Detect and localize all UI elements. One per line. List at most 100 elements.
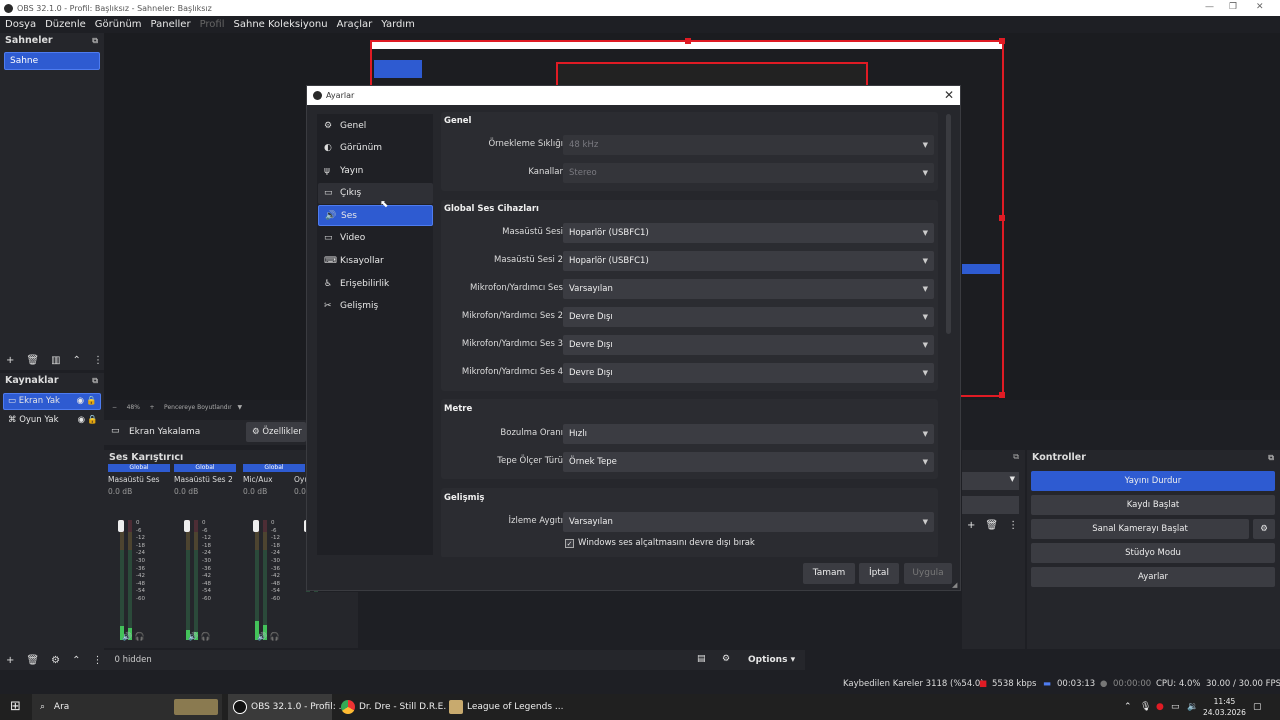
decay-rate-select[interactable]: Hızlı ▼ — [563, 424, 934, 444]
properties-button[interactable]: ⚙ Özellikler — [246, 422, 306, 442]
undock-icon[interactable]: ⧉ — [1268, 450, 1274, 466]
menu-docks[interactable]: Paneller — [151, 16, 191, 33]
eye-icon[interactable]: ◉ — [77, 394, 84, 409]
volume-icon[interactable]: 🔉 — [1187, 694, 1198, 720]
resize-handle[interactable] — [999, 38, 1005, 44]
sample-rate-select[interactable]: 48 kHz ▼ — [563, 135, 934, 155]
chevron-up-icon[interactable]: ⌃ — [73, 355, 81, 366]
scene-item[interactable]: Sahne — [4, 52, 100, 70]
menu-tools[interactable]: Araçlar — [337, 16, 373, 33]
gear-icon[interactable]: ⚙ — [51, 655, 60, 666]
source-item[interactable]: ⌘ Oyun Yak ◉ 🔒 — [3, 413, 101, 430]
zoom-out-icon[interactable]: − — [112, 404, 117, 411]
more-icon[interactable]: ⋮ — [93, 355, 103, 366]
undock-icon[interactable]: ⧉ — [92, 33, 98, 49]
volume-slider[interactable] — [253, 520, 259, 532]
taskbar-search[interactable]: ⌕ Ara — [32, 694, 222, 720]
trash-icon[interactable]: 🗑 — [26, 355, 39, 366]
maximize-icon[interactable]: ❐ — [1229, 2, 1237, 12]
speaker-icon[interactable]: 🔊 — [257, 632, 270, 641]
minimize-icon[interactable]: — — [1205, 2, 1214, 12]
monitoring-device-select[interactable]: Varsayılan ▼ — [563, 512, 934, 532]
taskbar-app-chrome[interactable]: Dr. Dre - Still D.R.E. ... — [336, 694, 458, 720]
resize-handle[interactable] — [999, 392, 1005, 398]
resize-grip-icon[interactable]: ◢ — [952, 581, 957, 589]
menu-edit[interactable]: Düzenle — [45, 16, 86, 33]
nav-hotkeys[interactable]: ⌨ Kısayollar — [318, 251, 433, 272]
record-tray-icon[interactable]: ● — [1156, 694, 1164, 720]
eye-icon[interactable]: ◉ — [78, 413, 85, 428]
clock[interactable]: 11:45 24.03.2026 — [1203, 694, 1246, 720]
mic-select[interactable]: Varsayılan ▼ — [563, 279, 934, 299]
volume-slider[interactable] — [118, 520, 124, 532]
nav-stream[interactable]: ψ Yayın — [318, 160, 433, 181]
menu-help[interactable]: Yardım — [381, 16, 415, 33]
nav-audio[interactable]: 🔊 Ses — [318, 205, 433, 227]
menu-scene-collection[interactable]: Sahne Koleksiyonu — [234, 16, 328, 33]
channel-name[interactable]: Masaüstü Ses 2 — [174, 475, 236, 484]
trash-icon[interactable]: 🗑 — [26, 655, 39, 666]
gear-icon[interactable]: ⚙ — [1253, 519, 1275, 539]
mic-4-select[interactable]: Devre Dışı ▼ — [563, 363, 934, 383]
tray-chevron-up-icon[interactable]: ⌃ — [1124, 694, 1132, 720]
channels-select[interactable]: Stereo ▼ — [563, 163, 934, 183]
studio-mode-button[interactable]: Stüdyo Modu — [1031, 543, 1275, 563]
close-icon[interactable]: ✕ — [944, 88, 954, 102]
menu-profile[interactable]: Profil — [200, 16, 225, 33]
windows-start-icon[interactable]: ⊞ — [10, 694, 21, 720]
speaker-icon[interactable]: 🔊 — [188, 632, 201, 641]
wrench-icon[interactable]: ⚙ — [722, 654, 730, 664]
add-icon[interactable]: + — [6, 355, 14, 366]
lock-icon[interactable]: 🔒 — [86, 394, 97, 409]
stop-stream-button[interactable]: Yayını Durdur — [1031, 471, 1275, 491]
menu-file[interactable]: Dosya — [5, 16, 36, 33]
more-icon[interactable]: ⋮ — [1008, 520, 1018, 531]
headphones-icon[interactable]: 🎧 — [201, 632, 211, 641]
speaker-icon[interactable]: 🔊 — [122, 632, 135, 641]
volume-slider[interactable] — [184, 520, 190, 532]
add-icon[interactable]: + — [6, 655, 14, 666]
ducking-checkbox-row[interactable]: ✓ Windows ses alçaltmasını devre dışı bı… — [565, 538, 755, 548]
taskbar-app-lol[interactable]: League of Legends ... — [444, 694, 563, 720]
headphones-icon[interactable]: 🎧 — [270, 632, 280, 641]
chevron-up-icon[interactable]: ⌃ — [72, 655, 80, 666]
apply-button[interactable]: Uygula — [904, 563, 952, 584]
checkbox[interactable]: ✓ — [565, 538, 574, 548]
add-icon[interactable]: + — [967, 520, 975, 531]
options-button[interactable]: Options ▾ — [748, 655, 795, 665]
network-icon[interactable]: ▭ — [1171, 694, 1180, 720]
desktop-audio-2-select[interactable]: Hoparlör (USBFC1) ▼ — [563, 251, 934, 271]
nav-appearance[interactable]: ◐ Görünüm — [318, 138, 433, 159]
settings-button[interactable]: Ayarlar — [1031, 567, 1275, 587]
close-icon[interactable]: ✕ — [1256, 2, 1264, 12]
mic-3-select[interactable]: Devre Dışı ▼ — [563, 335, 934, 355]
duration-spinner[interactable] — [962, 496, 1019, 514]
resize-handle[interactable] — [685, 38, 691, 44]
menu-view[interactable]: Görünüm — [95, 16, 142, 33]
peak-meter-select[interactable]: Örnek Tepe ▼ — [563, 452, 934, 472]
channel-name[interactable]: Masaüstü Ses — [108, 475, 170, 484]
start-recording-button[interactable]: Kaydı Başlat — [1031, 495, 1275, 515]
mic-tray-icon[interactable]: 🎙 — [1140, 694, 1151, 720]
desktop-audio-select[interactable]: Hoparlör (USBFC1) ▼ — [563, 223, 934, 243]
notification-icon[interactable]: ▢ — [1253, 694, 1262, 720]
filter-icon[interactable]: ▥ — [51, 355, 60, 366]
scrollbar[interactable] — [946, 114, 951, 334]
start-virtual-camera-button[interactable]: Sanal Kamerayı Başlat — [1031, 519, 1249, 539]
ok-button[interactable]: Tamam — [803, 563, 855, 584]
resize-handle[interactable] — [999, 215, 1005, 221]
chevron-down-icon[interactable]: ▼ — [237, 404, 242, 411]
more-icon[interactable]: ⋮ — [92, 655, 102, 666]
cancel-button[interactable]: İptal — [859, 563, 899, 584]
mic-2-select[interactable]: Devre Dışı ▼ — [563, 307, 934, 327]
nav-advanced[interactable]: ✂ Gelişmiş — [318, 296, 433, 317]
transition-select[interactable]: ▼ — [962, 472, 1019, 490]
taskbar-app-obs[interactable]: OBS 32.1.0 - Profil: ... — [228, 694, 347, 720]
trash-icon[interactable]: 🗑 — [985, 520, 998, 531]
layout-icon[interactable]: ▤ — [697, 654, 706, 664]
nav-output[interactable]: ▭ Çıkış — [318, 182, 433, 204]
source-item[interactable]: ▭ Ekran Yak ◉ 🔒 — [3, 393, 101, 410]
lock-icon[interactable]: 🔒 — [87, 413, 98, 428]
nav-accessibility[interactable]: ♿ Erişebilirlik — [318, 273, 433, 294]
fit-mode[interactable]: Pencereye Boyutlandır — [164, 404, 232, 411]
